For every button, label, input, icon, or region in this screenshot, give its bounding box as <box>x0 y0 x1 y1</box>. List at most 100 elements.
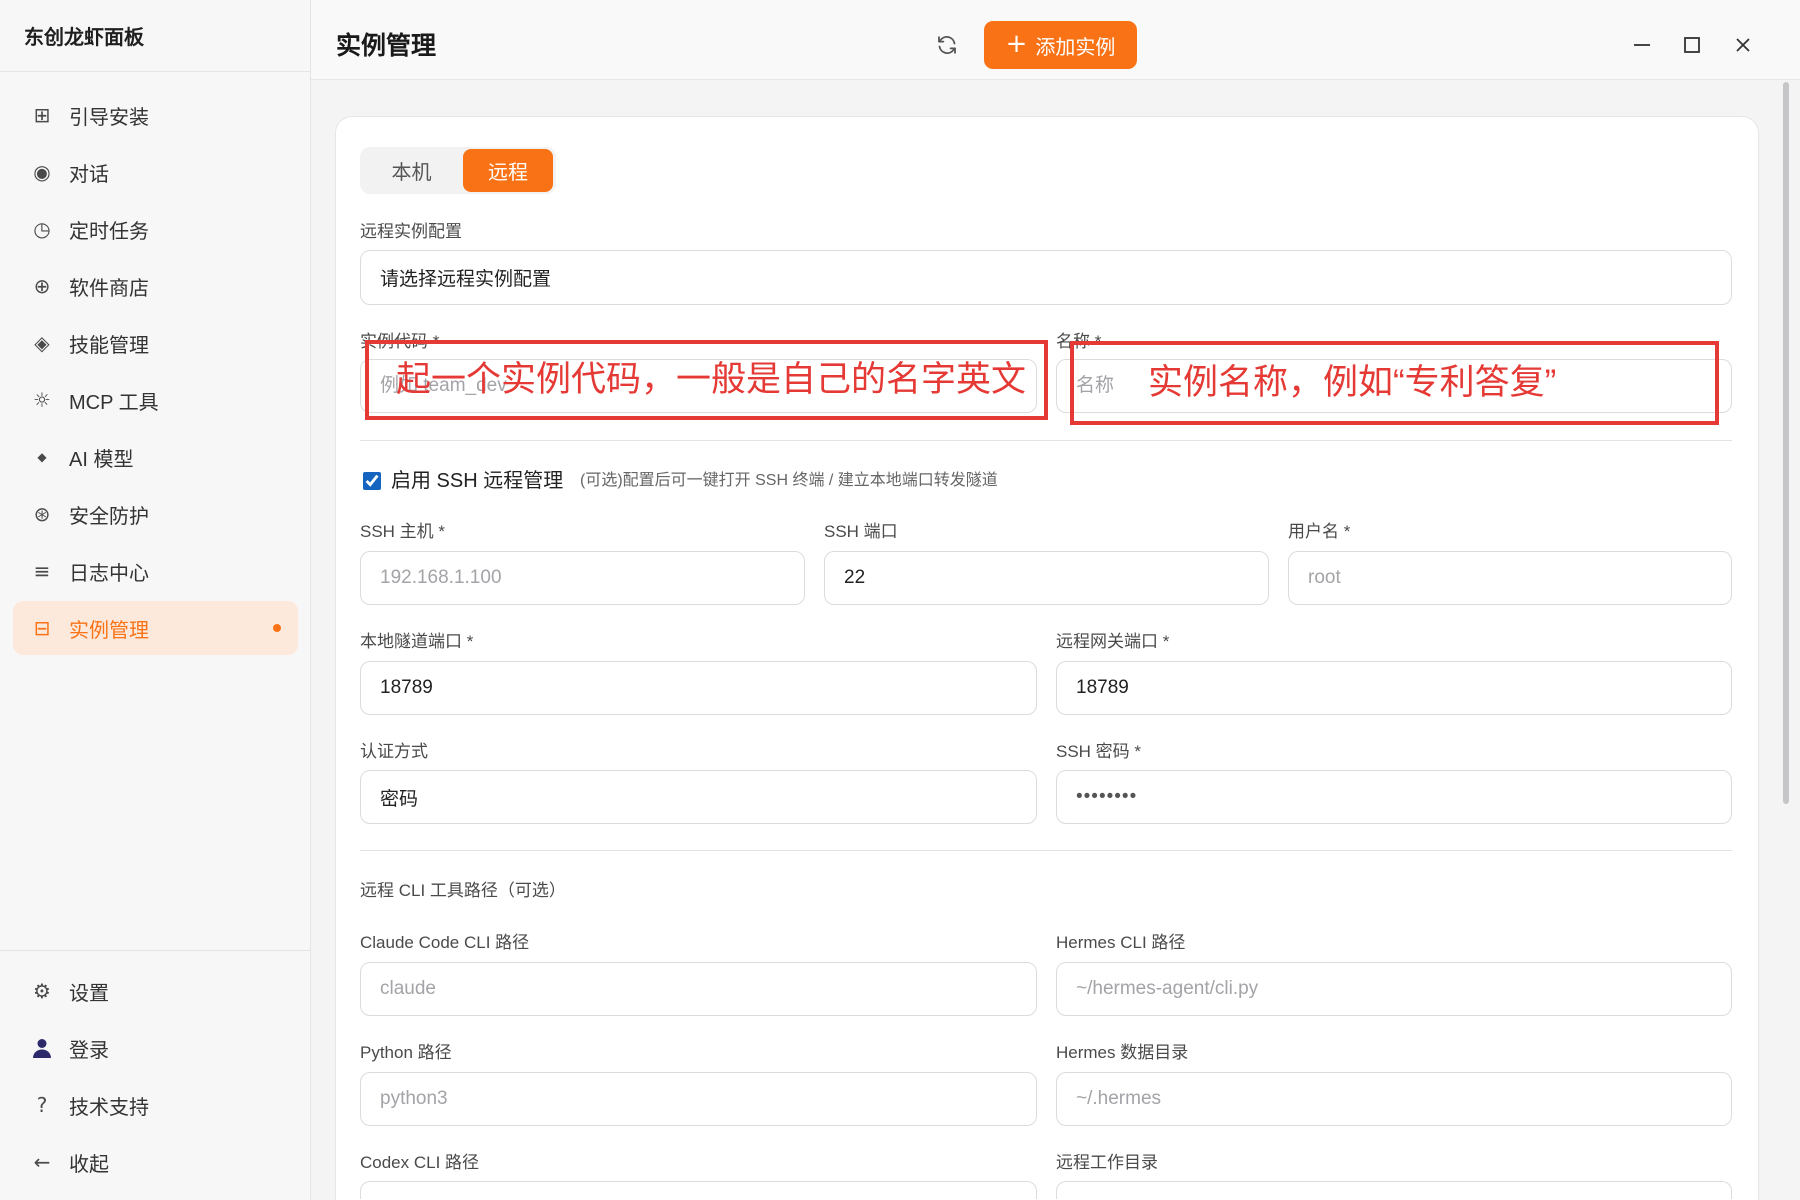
ssh-port-input[interactable] <box>824 551 1269 605</box>
tab-remote[interactable]: 远程 <box>463 149 553 192</box>
maximize-icon[interactable] <box>1677 30 1707 60</box>
remote-config-label: 远程实例配置 <box>360 222 462 241</box>
sidebar-item-label: 技能管理 <box>69 334 149 357</box>
hermes-cli-path-input[interactable] <box>1056 962 1732 1016</box>
sidebar-item-label: 软件商店 <box>69 277 149 300</box>
page-title: 实例管理 <box>336 32 437 60</box>
sidebar-item-skills[interactable]: ◈ 技能管理 <box>13 316 298 370</box>
grid-icon: ⊞ <box>33 103 51 127</box>
local-tunnel-port-input[interactable] <box>360 661 1037 715</box>
sidebar-item-label: MCP 工具 <box>69 391 159 414</box>
hermes-data-dir-label: Hermes 数据目录 <box>1056 1043 1189 1062</box>
sidebar-item-guide-install[interactable]: ⊞ 引导安装 <box>13 88 298 142</box>
sidebar-footer: ⚙ 设置 登录 ? 技术支持 ← 收起 <box>0 950 310 1200</box>
shield-star-icon: ⊛ <box>33 502 51 526</box>
ssh-password-input[interactable]: •••••••• <box>1056 770 1732 824</box>
sidebar-item-ai-models[interactable]: ◆ AI 模型 <box>13 430 298 484</box>
store-icon: ⊕ <box>33 274 51 298</box>
ssh-host-label: SSH 主机 * <box>360 522 446 541</box>
tool-sun-icon: ☼ <box>33 388 51 412</box>
remote-config-select[interactable]: 请选择远程实例配置 <box>360 250 1732 305</box>
annotation-text-name: 实例名称，例如“专利答复” <box>1148 363 1557 402</box>
plus-icon: + <box>1005 29 1028 59</box>
hermes-data-dir-input[interactable] <box>1056 1072 1732 1126</box>
log-lines-icon: ≡ <box>33 559 51 583</box>
remote-workdir-input[interactable] <box>1056 1181 1732 1199</box>
annotation-text-code: 起一个实例代码，一般是自己的名字英文 <box>396 360 1027 399</box>
sidebar-item-collapse[interactable]: ← 收起 <box>13 1135 298 1189</box>
active-indicator-dot <box>273 624 281 632</box>
cli-paths-section-title: 远程 CLI 工具路径（可选） <box>360 881 566 900</box>
claude-cli-path-input[interactable] <box>360 962 1037 1016</box>
sidebar: 东创龙虾面板 ⊞ 引导安装 ◉ 对话 ◷ 定时任务 ⊕ 软件商店 ◈ 技能管理 … <box>0 0 311 1200</box>
refresh-icon[interactable] <box>935 33 959 57</box>
scrollbar-thumb[interactable] <box>1783 82 1789 804</box>
arrow-left-icon: ← <box>33 1150 51 1174</box>
sidebar-item-chat[interactable]: ◉ 对话 <box>13 145 298 199</box>
gear-icon: ⚙ <box>33 979 51 1003</box>
ssh-username-label: 用户名 * <box>1288 522 1351 541</box>
skill-diamond-icon: ◈ <box>34 331 50 355</box>
sidebar-item-label: 定时任务 <box>69 220 149 243</box>
annotation-box-name: 实例名称，例如“专利答复” <box>1070 341 1719 425</box>
auth-method-select[interactable]: 密码 <box>360 770 1037 824</box>
top-bar: 实例管理 + 添加实例 <box>311 0 1800 80</box>
sidebar-item-label: 实例管理 <box>69 619 149 642</box>
local-tunnel-port-label: 本地隧道端口 * <box>360 632 474 651</box>
app-title: 东创龙虾面板 <box>0 0 310 72</box>
codex-cli-path-input[interactable] <box>360 1181 1037 1199</box>
sidebar-item-label: 收起 <box>69 1153 109 1176</box>
hermes-cli-path-label: Hermes CLI 路径 <box>1056 933 1186 952</box>
ssh-host-input[interactable] <box>360 551 805 605</box>
tab-local[interactable]: 本机 <box>360 149 463 192</box>
sidebar-item-software-store[interactable]: ⊕ 软件商店 <box>13 259 298 313</box>
main-panel: 实例管理 + 添加实例 本机 远程 远程实例配置 请选择远程实例配置 实例代码 … <box>311 0 1800 1200</box>
instance-form-card: 本机 远程 远程实例配置 请选择远程实例配置 实例代码 * 名称 * 起一个实例… <box>336 117 1758 1200</box>
sidebar-item-instances[interactable]: ⊟ 实例管理 <box>13 601 298 655</box>
ssh-port-label: SSH 端口 <box>824 522 898 541</box>
python-path-label: Python 路径 <box>360 1043 452 1062</box>
annotation-box-code: 起一个实例代码，一般是自己的名字英文 <box>365 340 1048 420</box>
clock-icon: ◷ <box>33 217 51 241</box>
remote-gateway-port-label: 远程网关端口 * <box>1056 632 1170 651</box>
sidebar-item-label: AI 模型 <box>69 448 134 471</box>
divider <box>360 440 1732 441</box>
sidebar-item-label: 技术支持 <box>69 1096 149 1119</box>
sidebar-nav: ⊞ 引导安装 ◉ 对话 ◷ 定时任务 ⊕ 软件商店 ◈ 技能管理 ☼ MCP 工… <box>13 88 298 658</box>
model-diamond-icon: ◆ <box>37 450 47 464</box>
python-path-input[interactable] <box>360 1072 1037 1126</box>
sidebar-item-support[interactable]: ? 技术支持 <box>13 1078 298 1132</box>
help-icon: ? <box>36 1093 48 1117</box>
add-instance-label: 添加实例 <box>1035 36 1116 59</box>
sidebar-item-label: 登录 <box>69 1039 109 1062</box>
add-instance-button[interactable]: + 添加实例 <box>984 21 1137 69</box>
sidebar-item-settings[interactable]: ⚙ 设置 <box>13 964 298 1018</box>
chat-radio-icon: ◉ <box>33 160 51 184</box>
user-icon <box>30 1037 54 1059</box>
sidebar-item-label: 设置 <box>69 982 109 1005</box>
sidebar-item-login[interactable]: 登录 <box>13 1021 298 1075</box>
remote-gateway-port-input[interactable] <box>1056 661 1732 715</box>
sidebar-item-mcp-tools[interactable]: ☼ MCP 工具 <box>13 373 298 427</box>
sidebar-item-scheduled-tasks[interactable]: ◷ 定时任务 <box>13 202 298 256</box>
ssh-enable-label[interactable]: 启用 SSH 远程管理 <box>391 469 563 493</box>
ssh-enable-hint: (可选)配置后可一键打开 SSH 终端 / 建立本地端口转发隧道 <box>580 472 998 489</box>
remote-workdir-label: 远程工作目录 <box>1056 1153 1158 1172</box>
sidebar-item-security[interactable]: ⊛ 安全防护 <box>13 487 298 541</box>
ssh-enable-checkbox[interactable] <box>363 472 381 490</box>
sidebar-item-label: 日志中心 <box>69 562 149 585</box>
sidebar-item-logs[interactable]: ≡ 日志中心 <box>13 544 298 598</box>
codex-cli-path-label: Codex CLI 路径 <box>360 1153 480 1172</box>
sidebar-item-label: 对话 <box>69 163 109 186</box>
ssh-password-label: SSH 密码 * <box>1056 742 1142 761</box>
sidebar-item-label: 引导安装 <box>69 106 149 129</box>
mode-tabs: 本机 远程 <box>360 147 556 194</box>
ssh-username-input[interactable] <box>1288 551 1732 605</box>
auth-method-label: 认证方式 <box>360 742 428 761</box>
minimize-icon[interactable] <box>1627 30 1657 60</box>
claude-cli-path-label: Claude Code CLI 路径 <box>360 933 530 952</box>
divider <box>360 850 1732 851</box>
instance-icon: ⊟ <box>33 616 51 640</box>
close-icon[interactable] <box>1728 30 1758 60</box>
sidebar-item-label: 安全防护 <box>69 505 149 528</box>
